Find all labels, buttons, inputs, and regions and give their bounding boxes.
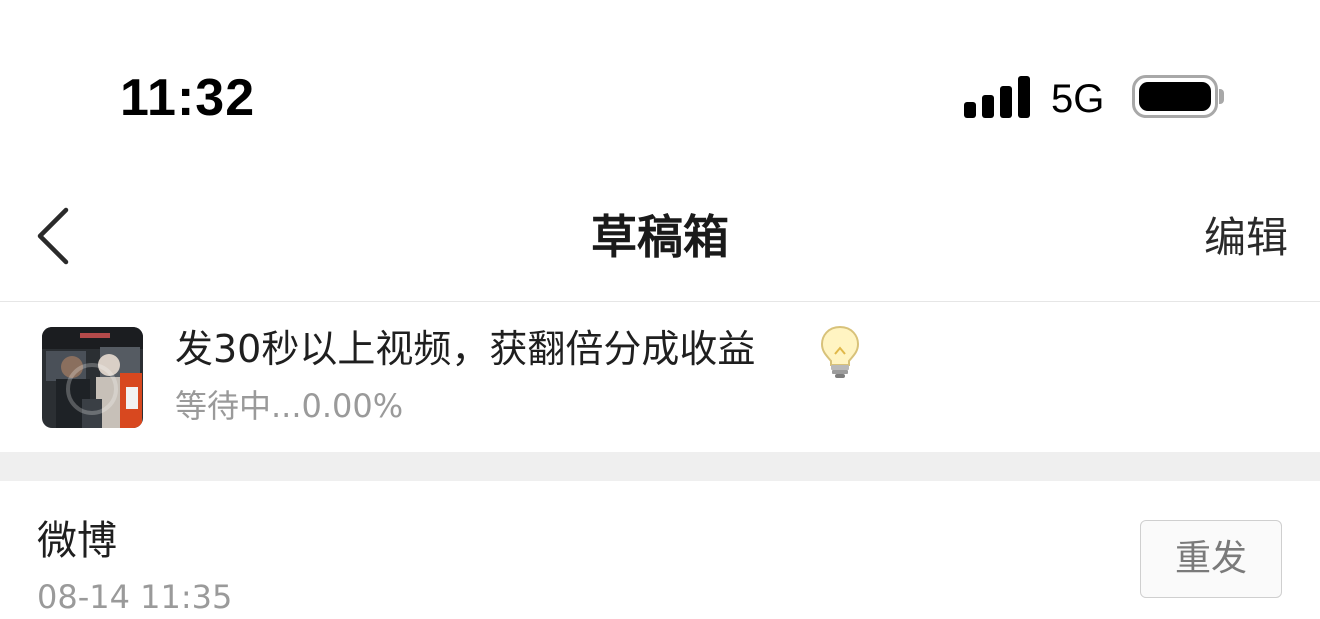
status-time: 11:32 <box>120 69 256 127</box>
upload-title: 发30秒以上视频，获翻倍分成收益 <box>175 327 756 371</box>
list-item[interactable]: 微博 08-14 11:35 重发 <box>0 481 1320 616</box>
resend-button[interactable]: 重发 <box>1140 520 1282 598</box>
network-type: 5G <box>1051 77 1105 121</box>
edit-button[interactable]: 编辑 <box>1204 210 1288 266</box>
video-thumbnail <box>42 327 143 428</box>
upload-item[interactable]: 发30秒以上视频，获翻倍分成收益 等待中...0.00% <box>0 302 1320 452</box>
draft-time: 08-14 11:35 <box>37 578 233 616</box>
section-divider <box>0 452 1320 481</box>
nav-bar: 草稿箱 编辑 <box>0 180 1320 302</box>
lightbulb-icon <box>818 324 862 380</box>
status-bar: 11:32 5G <box>0 0 1320 180</box>
page-title: 草稿箱 <box>591 210 729 264</box>
upload-status: 等待中...0.00% <box>175 387 404 425</box>
cellular-signal-icon <box>964 76 1030 118</box>
draft-source: 微博 <box>37 518 117 564</box>
battery-icon <box>1132 75 1224 118</box>
